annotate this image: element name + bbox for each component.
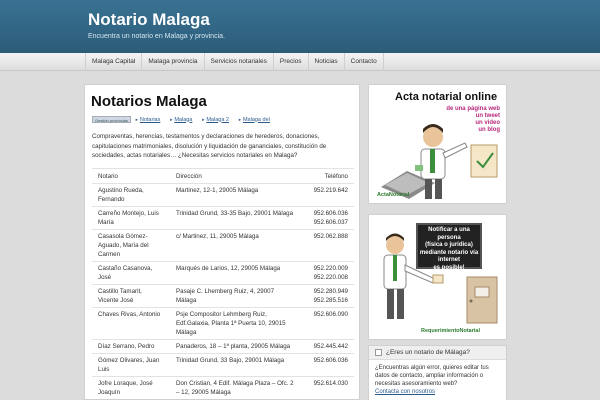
notary-address: Marqués de Larios, 12, 29005 Málaga xyxy=(170,261,302,285)
table-row: Gómez Olivares, Juan Luis Trinidad Grund… xyxy=(92,353,354,377)
nav-item-precios[interactable]: Precios xyxy=(272,53,308,71)
notary-phone: 952.062.888 xyxy=(302,229,354,262)
table-row: Castillo Tamarit, Vicente José Pasaje C.… xyxy=(92,284,354,308)
notary-name: Jofre Loraque, José Joaquín xyxy=(92,376,170,399)
breadcrumb-link-malaga[interactable]: Malaga xyxy=(169,117,192,123)
nav-item-noticias[interactable]: Noticias xyxy=(307,53,344,71)
table-row: Jofre Loraque, José Joaquín Don Cristian… xyxy=(92,376,354,399)
acta-notarial-banner[interactable]: Acta notarial online de una página web u… xyxy=(368,84,507,204)
table-row: Díaz Serrano, Pedro Panaderos, 18 – 1ª p… xyxy=(92,339,354,354)
notary-phone: 952.606.090 xyxy=(302,307,354,340)
notary-phone: 952.614.030 xyxy=(302,376,354,399)
notary-name: Castillo Tamarit, Vicente José xyxy=(92,284,170,308)
column-header-address: Dirección xyxy=(170,168,302,184)
notary-name: Gómez Olivares, Juan Luis xyxy=(92,353,170,377)
square-bullet-icon xyxy=(375,349,382,356)
info-box-heading: ¿Eres un notario de Málaga? xyxy=(369,346,506,360)
notary-address: Trinidad Grund, 33 Bajo, 29001 Málaga xyxy=(170,353,302,377)
column-header-name: Notario xyxy=(92,168,170,184)
notary-name: Chaves Rivas, Antonio xyxy=(92,307,170,340)
site-header: Notario Malaga Encuentra un notario en M… xyxy=(0,0,600,53)
nav-item-servicios[interactable]: Servicios notariales xyxy=(203,53,273,71)
breadcrumb-link-notarias[interactable]: Notarias xyxy=(135,117,160,123)
notary-name: Casasola Gómez-Aguado, María del Carmen xyxy=(92,229,170,262)
nav-item-malaga-provincia[interactable]: Malaga provincia xyxy=(141,53,203,71)
nav-item-malaga-capital[interactable]: Malaga Capital xyxy=(85,53,141,71)
notary-table: Notario Dirección Teléfono Agustino Rued… xyxy=(92,168,354,399)
notary-phone: 952.220.009 952.220.008 xyxy=(302,261,354,285)
main-nav: Malaga Capital Malaga provincia Servicio… xyxy=(0,53,600,71)
sign-line-1: Notificar a una persona xyxy=(428,227,470,241)
info-box-title: ¿Eres un notario de Málaga? xyxy=(386,348,470,356)
notary-name: Castaño Casanova, José xyxy=(92,261,170,285)
notary-address: Psje Compositor Lehmberg Ruiz, Edf.Galax… xyxy=(170,307,302,340)
notary-address: Trinidad Grund, 33-35 Bajo, 29001 Málaga xyxy=(170,206,302,230)
notary-phone: 952.280.949 952.285.516 xyxy=(302,284,354,308)
notary-address: Pasaje C. Lhemberg Ruiz, 4, 29007 Málaga xyxy=(170,284,302,308)
breadcrumb-badge[interactable]: Gestión provincias xyxy=(92,116,131,123)
sign-line-4: es posible! xyxy=(433,264,465,271)
column-header-phone: Teléfono xyxy=(302,168,354,184)
notification-sign: Notificar a una persona (física o jurídi… xyxy=(416,223,482,271)
sign-line-3: mediante notario vía internet xyxy=(419,249,479,264)
site-tagline: Encuentra un notario en Malaga y provinc… xyxy=(88,33,225,40)
notary-address: c/ Martinez, 11, 29005 Málaga xyxy=(170,229,302,262)
site-title[interactable]: Notario Malaga xyxy=(88,10,210,30)
intro-text: Compraventas, herencias, testamentos y d… xyxy=(92,133,327,160)
notary-name: Agustino Rueda, Fernando xyxy=(92,183,170,207)
sign-line-2: (física o jurídica) xyxy=(425,242,473,248)
notary-phone: 952.219.642 xyxy=(302,183,354,207)
notary-info-box: ¿Eres un notario de Málaga? ¿Encuentras … xyxy=(368,345,507,400)
notary-name: Díaz Serrano, Pedro xyxy=(92,339,170,354)
notary-address: Don Cristian, 4 Edif. Málaga Plaza – Ofc… xyxy=(170,376,302,399)
table-row: Carreño Montejo, Luis María Trinidad Gru… xyxy=(92,206,354,230)
requerimiento-notarial-logo: RequerimientoNotarial xyxy=(421,328,480,334)
info-box-text: ¿Encuentras algún error, quieres editar … xyxy=(375,365,489,387)
table-row: Chaves Rivas, Antonio Psje Compositor Le… xyxy=(92,307,354,340)
breadcrumb-link-malaga-del[interactable]: Malaga del xyxy=(238,117,270,123)
breadcrumb-link-malaga-2[interactable]: Malaga 2 xyxy=(201,117,229,123)
banner-title: Acta notarial online xyxy=(395,91,498,103)
notary-address: Martinez, 12-1, 29005 Málaga xyxy=(170,183,302,207)
notary-man-illustration-icon xyxy=(381,124,498,199)
info-box-body: ¿Encuentras algún error, quieres editar … xyxy=(375,364,501,396)
main-content: Notarios Malaga Gestión provincias Notar… xyxy=(84,84,360,400)
notary-name: Carreño Montejo, Luis María xyxy=(92,206,170,230)
table-row: Casasola Gómez-Aguado, María del Carmen … xyxy=(92,229,354,262)
contact-us-link[interactable]: Contacta con nosotros xyxy=(375,389,435,395)
notary-phone: 952.445.442 xyxy=(302,339,354,354)
breadcrumb: Gestión provincias Notarias Malaga Malag… xyxy=(92,116,279,123)
notary-phone: 952.606.036 952.606.037 xyxy=(302,206,354,230)
notary-phone: 952.606.036 xyxy=(302,353,354,377)
acta-notarial-logo: ActaNotarial xyxy=(377,192,410,198)
page-title: Notarios Malaga xyxy=(91,93,207,110)
nav-item-contacto[interactable]: Contacto xyxy=(343,53,384,71)
table-header-row: Notario Dirección Teléfono xyxy=(92,168,354,184)
table-row: Agustino Rueda, Fernando Martinez, 12-1,… xyxy=(92,183,354,207)
table-row: Castaño Casanova, José Marqués de Larios… xyxy=(92,261,354,285)
requerimiento-notarial-banner[interactable]: Notificar a una persona (física o jurídi… xyxy=(368,214,507,340)
notary-address: Panaderos, 18 – 1ª planta, 29005 Málaga xyxy=(170,339,302,354)
